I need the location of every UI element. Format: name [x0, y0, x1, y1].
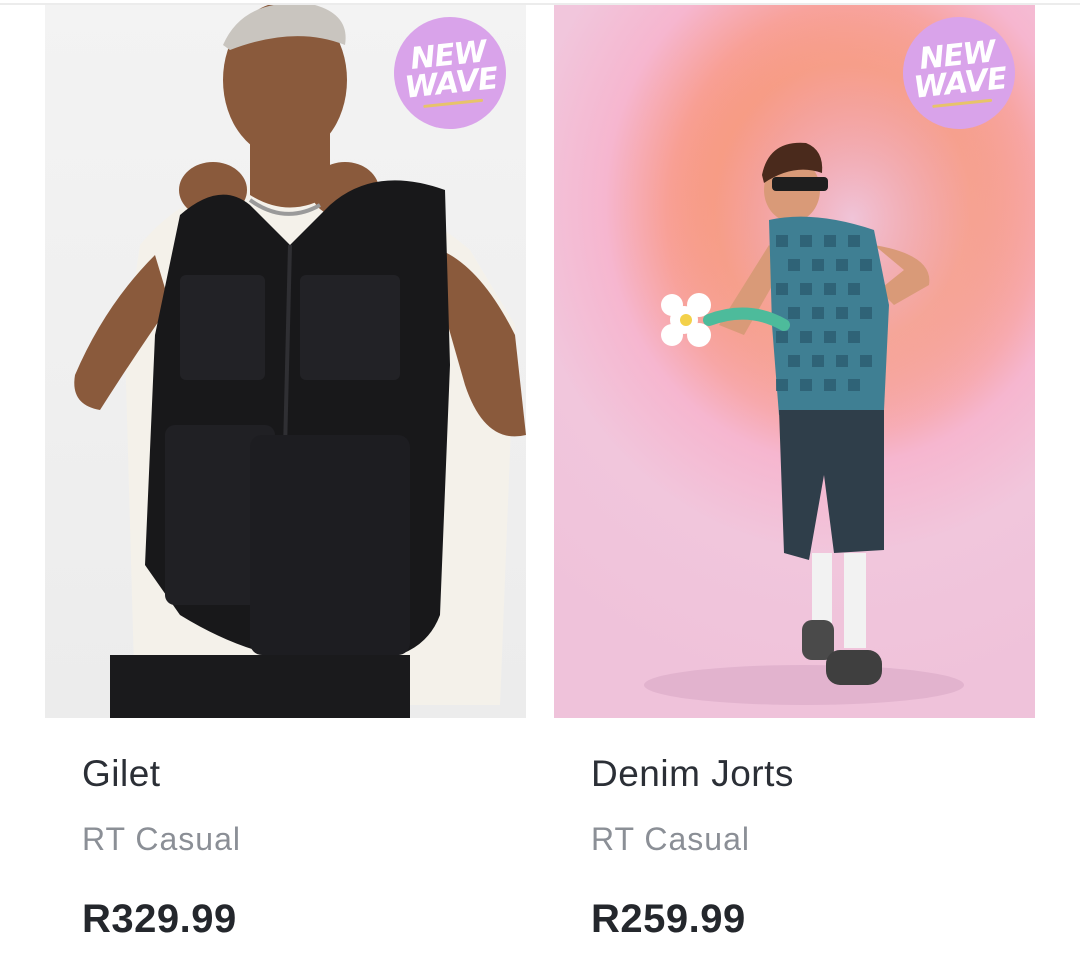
- product-price: R259.99: [591, 897, 746, 941]
- product-card[interactable]: NEW WAVE Denim Jorts RT Casual R259.99: [554, 5, 1035, 965]
- product-brand: RT Casual: [591, 821, 750, 857]
- product-grid: NEW WAVE Gilet RT Casual R329.99 NEW WAV…: [0, 0, 1080, 976]
- product-card[interactable]: NEW WAVE Gilet RT Casual R329.99: [45, 5, 526, 965]
- product-name[interactable]: Gilet: [82, 753, 161, 795]
- badge-line2: WAVE: [403, 61, 500, 106]
- product-image[interactable]: NEW WAVE: [45, 5, 526, 718]
- product-name[interactable]: Denim Jorts: [591, 753, 794, 795]
- product-image[interactable]: NEW WAVE: [554, 5, 1035, 718]
- product-price: R329.99: [82, 897, 237, 941]
- badge-line2: WAVE: [912, 61, 1009, 106]
- product-brand: RT Casual: [82, 821, 241, 857]
